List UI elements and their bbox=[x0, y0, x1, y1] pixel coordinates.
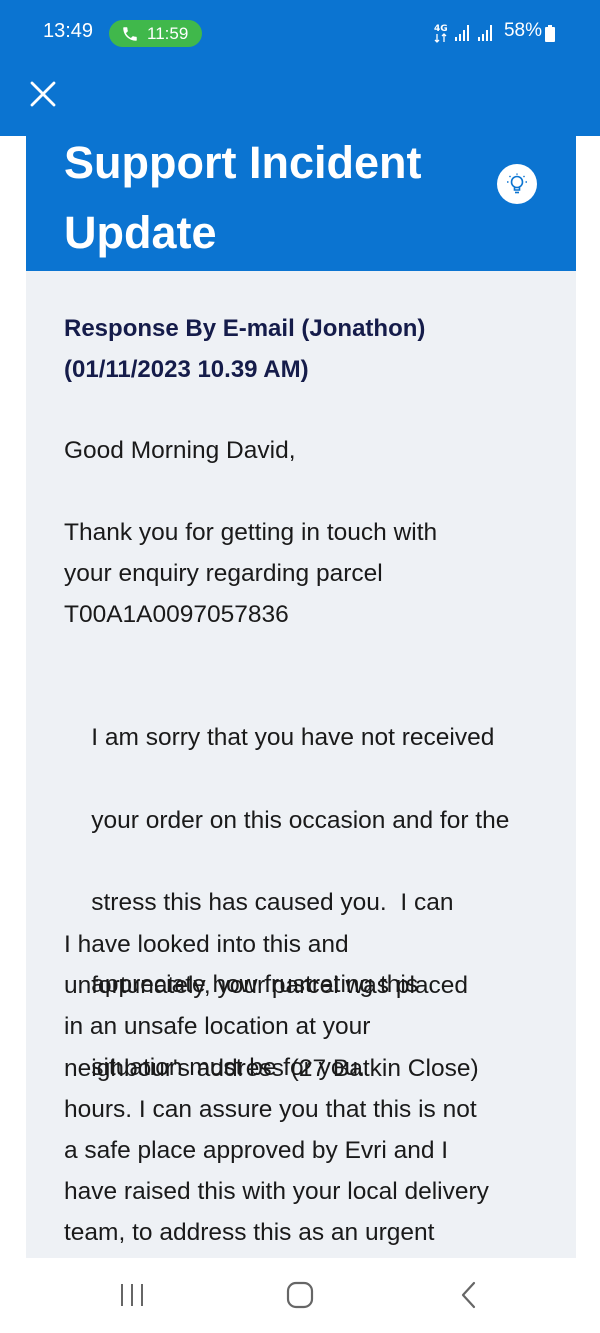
recents-icon[interactable] bbox=[117, 1280, 147, 1310]
phone-icon bbox=[123, 27, 137, 41]
network-4g-icon: 4G bbox=[434, 24, 448, 43]
response-heading: Response By E-mail (Jonathon) (01/11/202… bbox=[64, 308, 554, 390]
incident-title-card: Support Incident Update bbox=[26, 124, 576, 271]
signal-strength-icon bbox=[455, 25, 469, 41]
system-nav-bar bbox=[0, 1258, 600, 1333]
battery-icon bbox=[545, 25, 555, 42]
response-heading-sender: Response By E-mail (Jonathon) bbox=[64, 315, 426, 342]
signal-strength-icon bbox=[478, 25, 492, 41]
lightbulb-icon bbox=[507, 173, 527, 194]
back-icon[interactable] bbox=[455, 1280, 485, 1310]
response-heading-date: (01/11/2023 10.39 AM) bbox=[64, 356, 309, 383]
home-icon[interactable] bbox=[285, 1280, 315, 1310]
page-title: Support Incident Update bbox=[64, 137, 422, 258]
message-greeting: Good Morning David, bbox=[64, 437, 296, 464]
svg-text:4G: 4G bbox=[434, 24, 448, 34]
ongoing-call-indicator[interactable]: 11:59 bbox=[109, 20, 202, 47]
call-duration: 11:59 bbox=[147, 24, 189, 43]
close-icon[interactable] bbox=[28, 79, 58, 109]
response-message: Response By E-mail (Jonathon) (01/11/202… bbox=[64, 308, 554, 1246]
message-paragraph: Thank you for getting in touch with your… bbox=[64, 519, 438, 629]
status-time: 13:49 bbox=[43, 20, 94, 42]
tips-button[interactable] bbox=[497, 164, 537, 204]
battery-percent: 58% bbox=[503, 20, 542, 41]
parcel-number: T00A1A0097057836 bbox=[64, 601, 289, 629]
message-paragraph: I have looked into this and unfortunatel… bbox=[64, 931, 489, 1247]
app-bar: 13:49 11:59 4G 58% bbox=[0, 0, 600, 136]
